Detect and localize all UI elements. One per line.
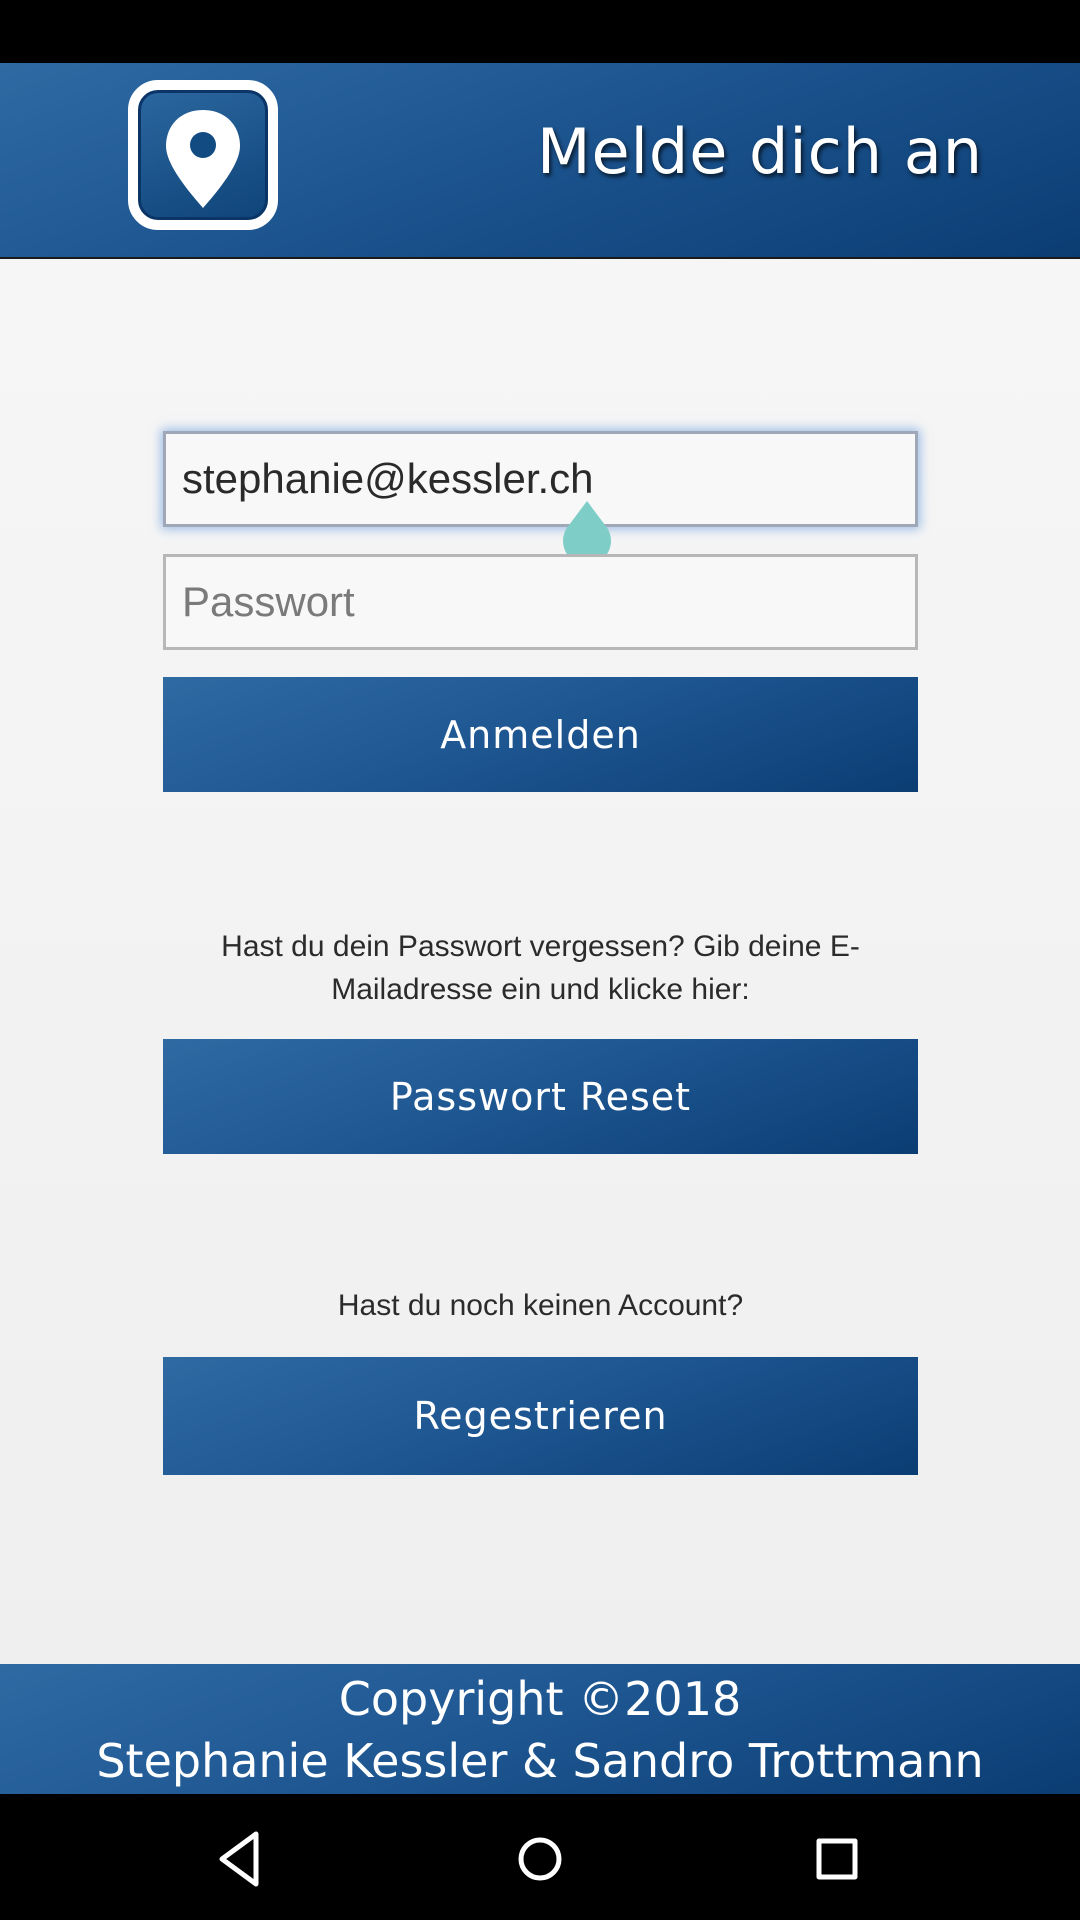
no-account-text: Hast du noch keinen Account? bbox=[337, 1289, 744, 1322]
recents-button[interactable] bbox=[802, 1824, 872, 1894]
footer: Copyright ©2018 Stephanie Kessler & Sand… bbox=[0, 1664, 1080, 1794]
password-field[interactable] bbox=[163, 554, 918, 650]
home-button[interactable] bbox=[505, 1824, 575, 1894]
password-reset-button[interactable]: Passwort Reset bbox=[163, 1039, 918, 1154]
map-pin-icon bbox=[166, 110, 240, 208]
login-button[interactable]: Anmelden bbox=[163, 677, 918, 792]
back-button[interactable] bbox=[206, 1824, 276, 1894]
forgot-password-text: Hast du dein Passwort vergessen? Gib dei… bbox=[221, 930, 860, 1006]
copyright-text: Copyright ©2018 bbox=[338, 1672, 742, 1726]
login-panel: Anmelden Hast du dein Passwort vergessen… bbox=[0, 259, 1080, 1664]
email-field[interactable] bbox=[163, 431, 918, 527]
app-logo bbox=[128, 80, 278, 230]
back-triangle-icon bbox=[219, 1831, 259, 1887]
screen: Melde dich an Anmelden Hast du dein Pass… bbox=[0, 0, 1080, 1920]
navigation-bar bbox=[0, 1794, 1080, 1920]
home-circle-icon bbox=[518, 1837, 562, 1881]
app-header: Melde dich an bbox=[0, 63, 1080, 259]
page-title: Melde dich an bbox=[536, 115, 984, 188]
authors-text: Stephanie Kessler & Sandro Trottmann bbox=[96, 1734, 984, 1788]
register-button[interactable]: Regestrieren bbox=[163, 1357, 918, 1475]
status-bar bbox=[0, 0, 1080, 63]
recents-square-icon bbox=[816, 1838, 858, 1880]
